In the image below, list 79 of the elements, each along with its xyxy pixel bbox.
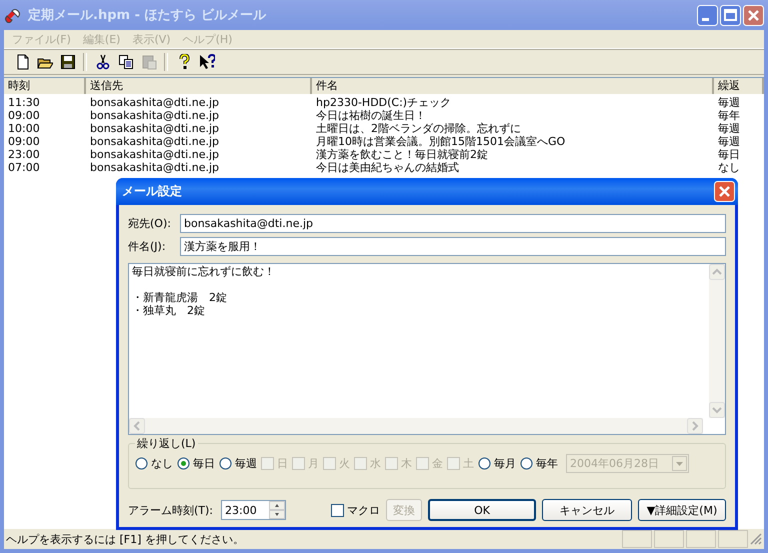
option-label[interactable]: 毎週: [235, 456, 257, 471]
message-line: ・独草丸 2錠: [132, 304, 205, 317]
horizontal-scrollbar[interactable]: [129, 418, 703, 434]
status-pane: [622, 530, 652, 548]
time-spinner[interactable]: 23:00: [221, 500, 286, 520]
column-header[interactable]: 件名: [312, 78, 714, 94]
table-cell-text: 毎週: [717, 135, 741, 148]
table-cell-text: 月曜10時は営業会議。別館15階1501会議室へGO: [315, 135, 566, 148]
spin-arrows-icon[interactable]: [269, 501, 286, 519]
table-cell-text: bonsakashita@dti.ne.jp: [89, 122, 220, 135]
field-label: 宛先(O):: [128, 216, 172, 231]
table-cell-text: 09:00: [7, 135, 41, 148]
table-cell-text: 07:00: [7, 161, 41, 174]
table-cell-text: 毎年: [717, 109, 741, 122]
vertical-scrollbar[interactable]: [709, 264, 725, 418]
radio-button[interactable]: [177, 457, 190, 470]
radio-button[interactable]: [135, 457, 148, 470]
table-cell-text: 毎週: [717, 122, 741, 135]
time-value: 23:00: [224, 504, 258, 516]
table-cell-text: 09:00: [7, 109, 41, 122]
text-field[interactable]: 漢方薬を服用！: [180, 237, 726, 256]
option-label: 木: [401, 456, 412, 471]
option-label: 日: [277, 456, 288, 471]
table-cell-text: bonsakashita@dti.ne.jp: [89, 148, 220, 161]
table-cell-text: bonsakashita@dti.ne.jp: [89, 135, 220, 148]
date-value: 2004年06月28日: [569, 456, 660, 471]
dialog-title: メール設定: [122, 183, 182, 200]
option-label[interactable]: なし: [151, 456, 173, 471]
pill-icon: [4, 7, 22, 23]
option-label: 月: [308, 456, 319, 471]
option-label[interactable]: 毎日: [193, 456, 215, 471]
dialog-button[interactable]: キャンセル: [542, 499, 632, 521]
status-pane: [686, 530, 716, 548]
option-label: 火: [339, 456, 350, 471]
dialog-button[interactable]: ▼詳細設定(M): [638, 499, 726, 521]
message-line: 毎日就寝前に忘れずに飲む！: [132, 265, 275, 278]
status-text: ヘルプを表示するには [F1] を押してください。: [6, 532, 245, 546]
alarm-label: アラーム時刻(T):: [128, 502, 214, 518]
table-cell-text: 毎日: [717, 148, 741, 161]
message-body-field[interactable]: 毎日就寝前に忘れずに飲む！ ・新青龍虎湯 2錠 ・独草丸 2錠: [128, 263, 726, 435]
option-label[interactable]: 毎月: [494, 456, 516, 471]
table-cell-text: 土曜日は、2階ベランダの掃除。忘れずに: [315, 122, 522, 135]
table-cell-text: bonsakashita@dti.ne.jp: [89, 96, 220, 109]
option-label: 土: [463, 456, 474, 471]
column-header[interactable]: 時刻: [4, 78, 86, 94]
group-label: 繰り返し(L): [135, 436, 198, 451]
radio-button[interactable]: [219, 457, 232, 470]
column-header[interactable]: 繰返: [714, 78, 764, 94]
table-cell-text: bonsakashita@dti.ne.jp: [89, 109, 220, 122]
table-cell-text: 漢方薬を飲むこと！毎日就寝前2錠: [315, 148, 489, 161]
pointer-question-icon[interactable]: [198, 54, 214, 70]
column-header[interactable]: 送信先: [86, 78, 312, 94]
close-button[interactable]: [714, 181, 735, 202]
status-pane: [654, 530, 684, 548]
text-field[interactable]: bonsakashita@dti.ne.jp: [180, 214, 726, 233]
table-cell-text: 11:30: [7, 96, 41, 109]
option-label: 金: [432, 456, 443, 471]
window-title: 定期メール.hpm - ほたすら ビルメール: [28, 6, 268, 24]
field-label: 件名(J):: [128, 239, 167, 254]
table-cell-text: 毎週: [717, 96, 741, 109]
status-pane: [718, 530, 748, 548]
table-cell-text: bonsakashita@dti.ne.jp: [89, 161, 220, 174]
copy-icon[interactable]: [118, 54, 134, 70]
option-label[interactable]: 毎年: [536, 456, 558, 471]
radio-button[interactable]: [520, 457, 533, 470]
dialog-button[interactable]: OK: [428, 499, 536, 521]
table-cell-text: 今日は祐樹の誕生日！: [315, 109, 427, 122]
table-cell-text: なし: [717, 161, 741, 174]
option-label: 水: [370, 456, 381, 471]
checkbox[interactable]: [331, 504, 344, 516]
radio-button[interactable]: [478, 457, 491, 470]
table-cell-text: 23:00: [7, 148, 41, 161]
option-label[interactable]: マクロ: [347, 502, 380, 518]
resize-grip-icon[interactable]: [750, 533, 762, 545]
table-cell-text: 10:00: [7, 122, 41, 135]
message-line: ・新青龍虎湯 2錠: [132, 291, 227, 304]
table-cell-text: 今日は美由紀ちゃんの結婚式: [315, 161, 460, 174]
table-cell-text: hp2330-HDD(C:)チェック: [315, 96, 452, 109]
scissors-icon[interactable]: [94, 54, 110, 70]
